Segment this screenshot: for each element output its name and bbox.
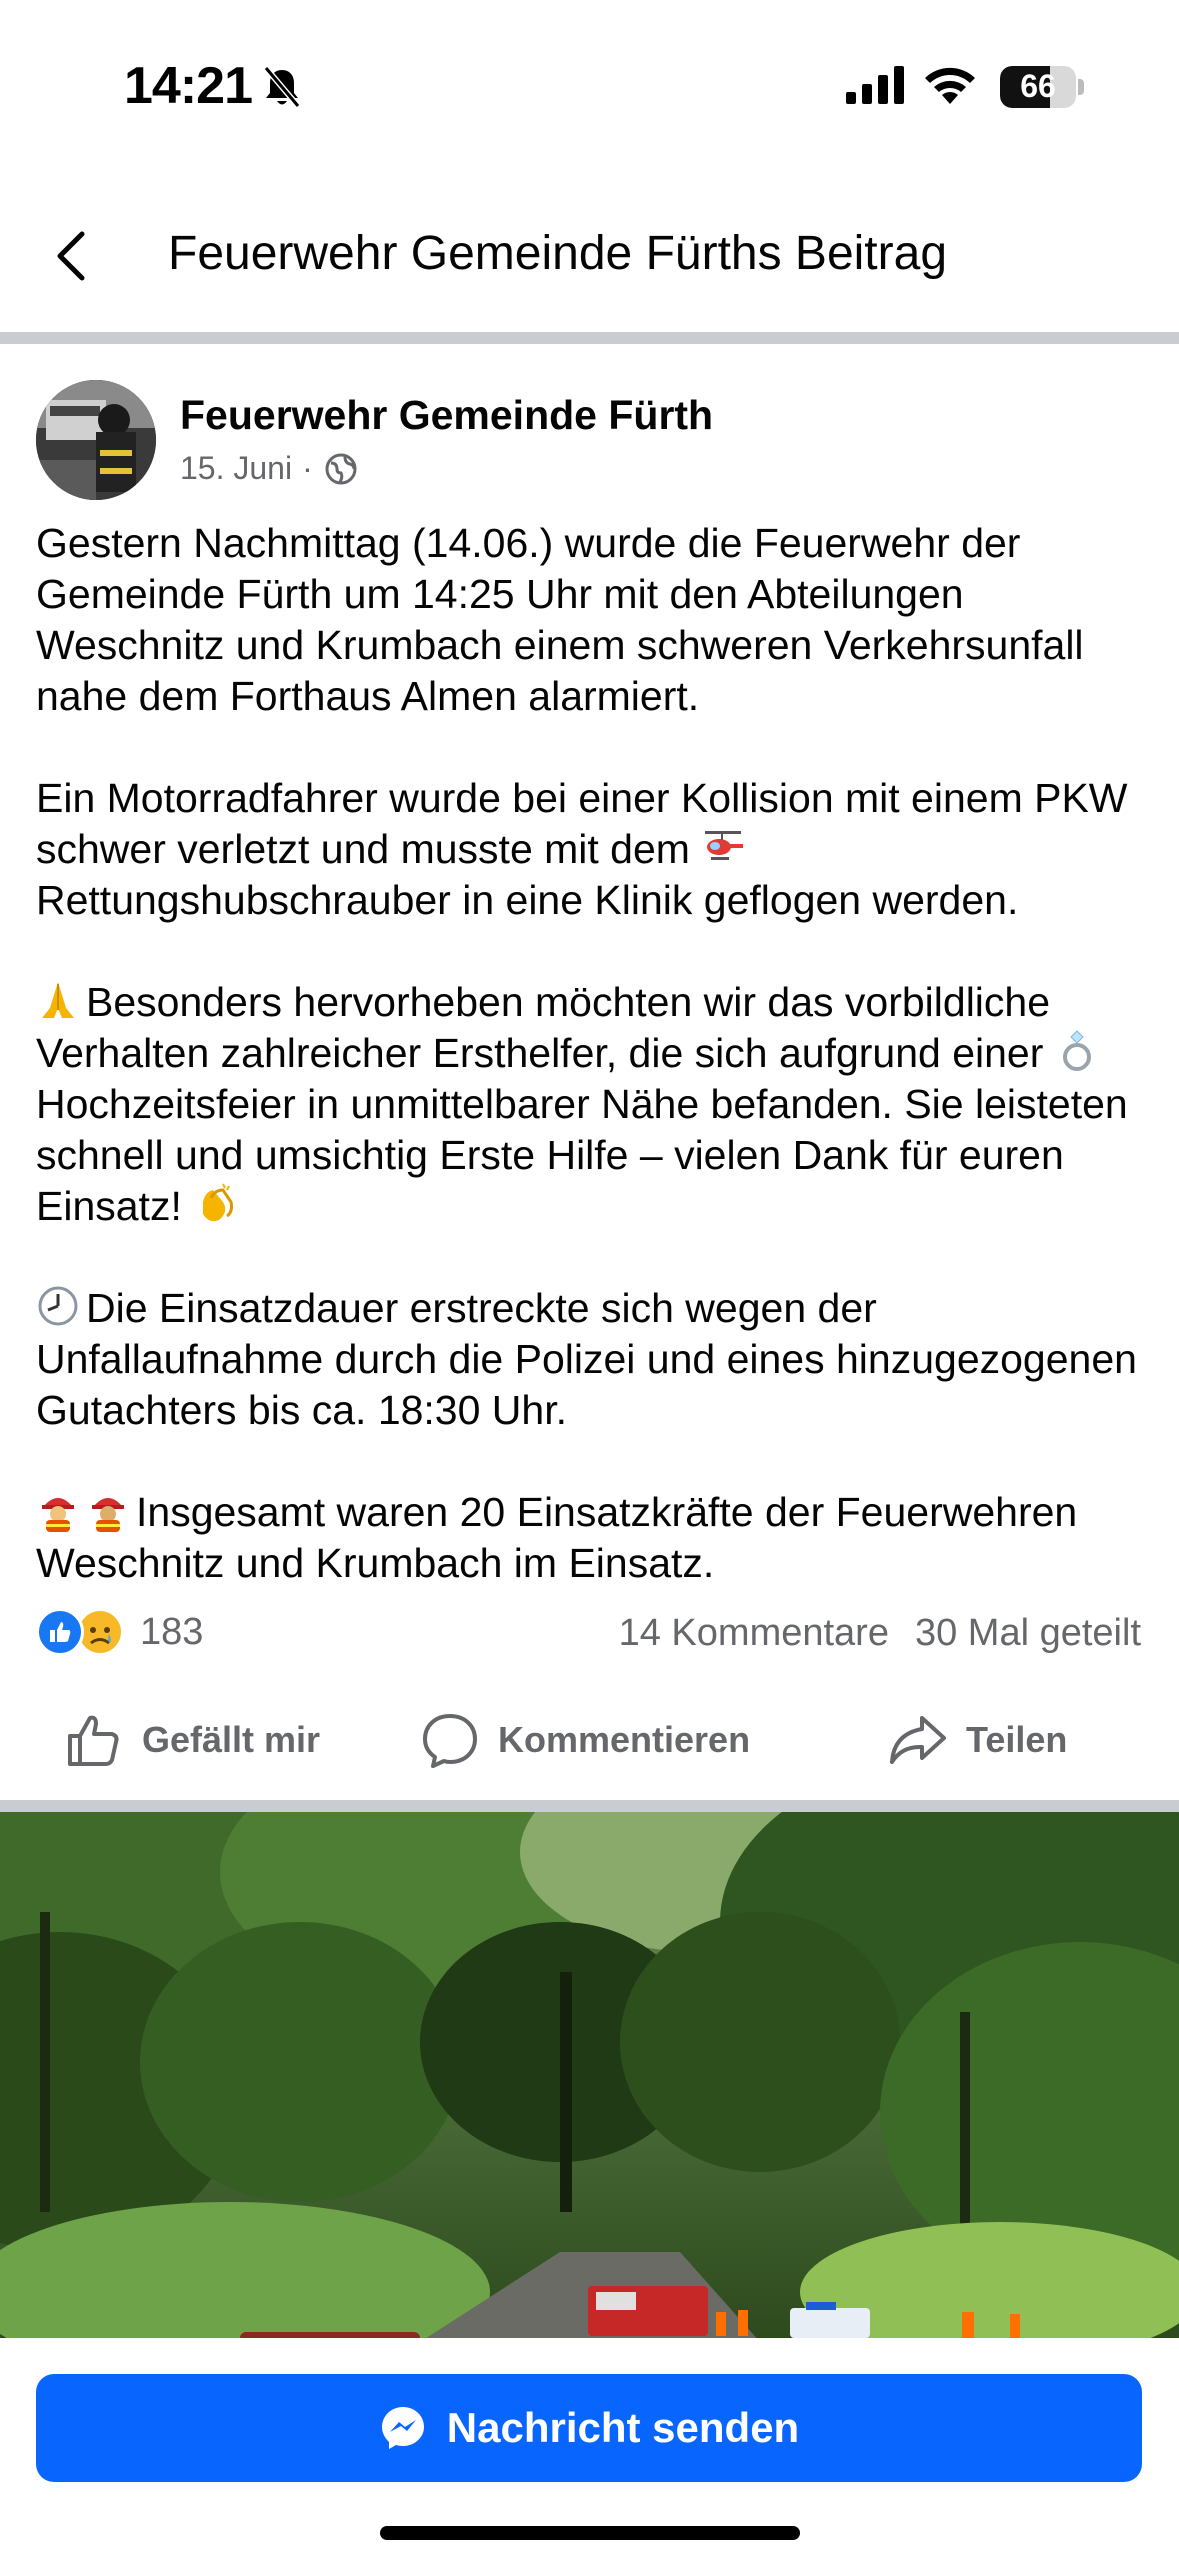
divider (0, 332, 1179, 344)
firefighter-emoji-icon (92, 1498, 124, 1532)
post-author[interactable]: Feuerwehr Gemeinde Fürth (180, 392, 713, 439)
clock-emoji-icon (38, 1286, 78, 1326)
send-message-button[interactable]: Nachricht senden (36, 2374, 1142, 2482)
post-text-segment: Besonders hervorheben möchten wir das vo… (36, 979, 1051, 1076)
battery-icon: 66 (1000, 66, 1084, 108)
send-message-label: Nachricht senden (446, 2404, 800, 2451)
post-paragraph: Die Einsatzdauer erstreckte sich wegen d… (36, 1283, 1146, 1436)
firefighter-emoji-icon (42, 1498, 74, 1532)
share-count[interactable]: 30 Mal geteilt (915, 1612, 1141, 1654)
wifi-icon (925, 67, 975, 104)
bell-off-icon (263, 66, 301, 108)
comment-count[interactable]: 14 Kommentare (619, 1612, 889, 1654)
ring-emoji-icon (1062, 1030, 1091, 1071)
nav-header: Feuerwehr Gemeinde Fürths Beitrag (0, 190, 1179, 330)
forest-road-image (0, 1812, 1179, 2342)
messenger-icon (381, 2407, 424, 2449)
reaction-count: 183 (140, 1610, 204, 1653)
like-label: Gefällt mir (142, 1719, 321, 1760)
reactions-summary[interactable]: 183 (36, 1608, 203, 1656)
post-paragraph: Ein Motorradfahrer wurde bei einer Kolli… (36, 773, 1146, 926)
post-text-segment: Die Einsatzdauer erstreckte sich wegen d… (36, 1285, 1137, 1433)
post-paragraph: Insgesamt waren 20 Einsatzkräfte der Feu… (36, 1487, 1146, 1589)
comment-button[interactable]: Kommentieren (420, 1710, 750, 1770)
like-reaction-icon (36, 1608, 84, 1656)
bottom-bar: Nachricht senden (0, 2338, 1179, 2556)
post-date[interactable]: 15. Juni (180, 450, 292, 487)
post-stats: 14 Kommentare 30 Mal geteilt (619, 1612, 1141, 1655)
share-label: Teilen (966, 1719, 1068, 1760)
post-text-segment: Ein Motorradfahrer wurde bei einer Kolli… (36, 775, 1128, 872)
post-text-segment: Rettungshubschrauber in eine Klinik gefl… (36, 877, 1019, 923)
battery-percentage: 66 (1020, 68, 1056, 104)
helicopter-emoji-icon (705, 831, 744, 860)
status-time: 14:21 (124, 57, 253, 115)
comment-bubble-icon (423, 1714, 477, 1768)
divider (0, 1800, 1179, 1812)
post-text-segment: Insgesamt waren 20 Einsatzkräfte der Feu… (36, 1489, 1078, 1586)
post-body: Gestern Nachmittag (14.06.) wurde die Fe… (36, 518, 1146, 1640)
status-bar: 14:21 66 (0, 0, 1179, 150)
meta-separator: · (302, 450, 313, 486)
share-arrow-icon (890, 1716, 946, 1764)
post-paragraph: Gestern Nachmittag (14.06.) wurde die Fe… (36, 520, 1084, 719)
home-indicator[interactable] (380, 2526, 800, 2540)
post-paragraph: Besonders hervorheben möchten wir das vo… (36, 977, 1146, 1232)
avatar-image (36, 380, 156, 500)
pray-emoji-icon (42, 982, 74, 1018)
comment-label: Kommentieren (498, 1719, 751, 1760)
post-photo[interactable] (0, 1812, 1179, 2342)
like-button[interactable]: Gefällt mir (64, 1710, 320, 1770)
avatar[interactable] (36, 380, 156, 500)
clap-emoji-icon (203, 1183, 234, 1222)
share-button[interactable]: Teilen (888, 1710, 1067, 1770)
page-title: Feuerwehr Gemeinde Fürths Beitrag (168, 227, 948, 280)
post-action-bar: Gefällt mir Kommentieren Teilen (0, 1700, 1179, 1780)
back-chevron-icon[interactable] (46, 220, 96, 290)
cellular-signal-icon (846, 66, 904, 104)
post-meta: 15. Juni · (180, 450, 359, 487)
thumbs-up-icon (68, 1715, 119, 1766)
globe-icon (325, 453, 357, 484)
